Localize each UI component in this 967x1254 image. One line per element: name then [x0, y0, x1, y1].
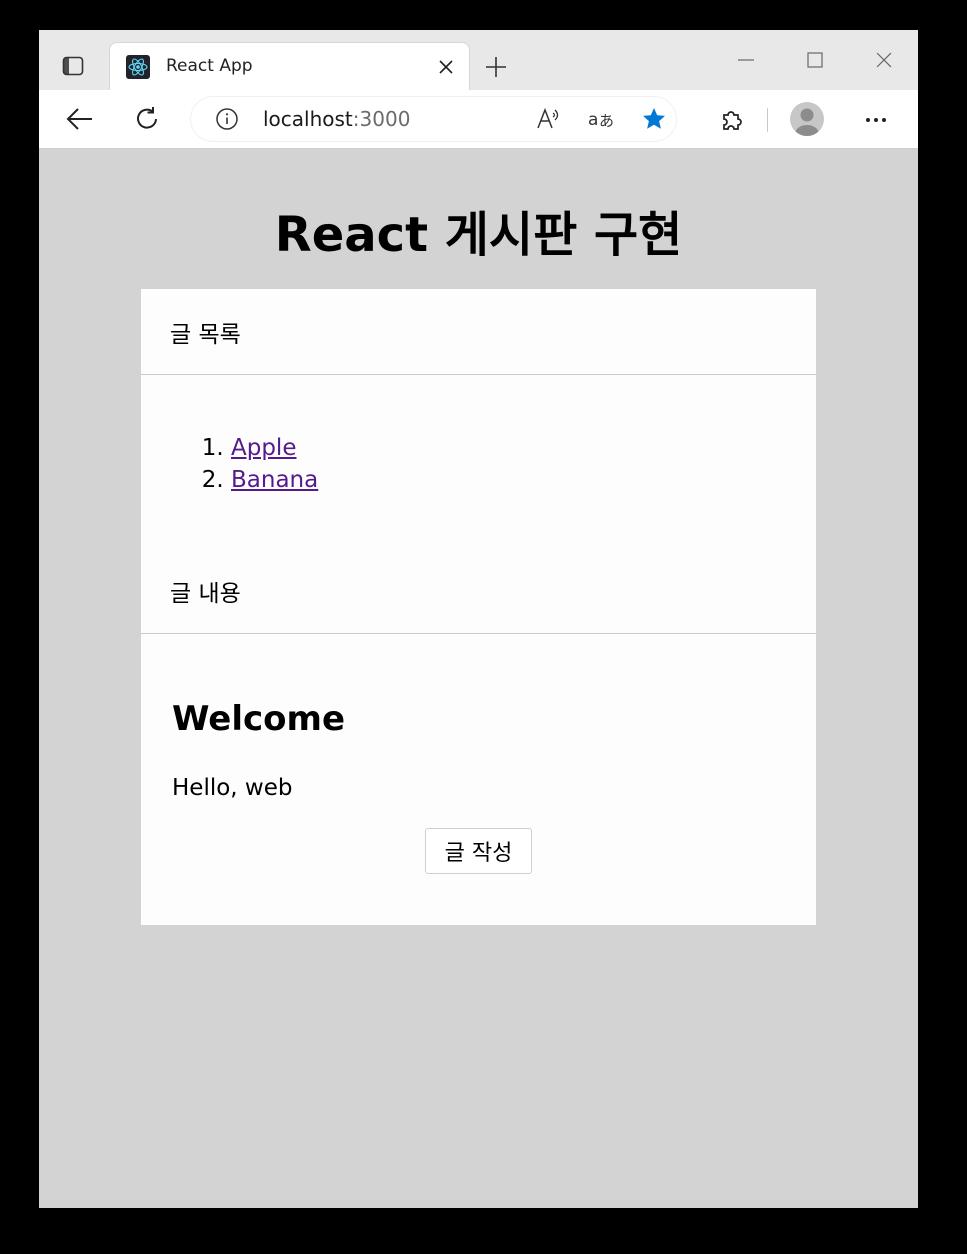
list-section-title: 글 목록 [170, 322, 241, 348]
translate-icon[interactable]: aあ [587, 106, 617, 132]
puzzle-icon[interactable] [719, 107, 745, 133]
info-icon[interactable] [215, 107, 239, 131]
browser-window: React App localhost:3000 a あ React 게시판 구… [39, 30, 918, 1208]
more-icon[interactable] [862, 108, 890, 132]
page-title: React 게시판 구현 [274, 207, 683, 263]
post-list: Apple Banana [203, 432, 318, 496]
svg-text:あ: あ [599, 112, 614, 130]
content-section-header: 글 내용 [141, 548, 816, 634]
post-link-banana[interactable]: Banana [231, 467, 318, 493]
minimize-icon[interactable] [736, 50, 756, 70]
reload-icon[interactable] [133, 105, 161, 133]
post-link-apple[interactable]: Apple [231, 435, 296, 461]
url-text[interactable]: localhost:3000 [263, 107, 410, 131]
post-body: Hello, web [172, 775, 293, 801]
list-item: Apple [231, 432, 318, 464]
tab-strip: React App [39, 30, 918, 90]
maximize-icon[interactable] [805, 50, 825, 70]
close-icon[interactable] [438, 59, 454, 75]
address-bar[interactable]: localhost:3000 aあ [191, 97, 676, 141]
window-close-icon[interactable] [874, 50, 894, 70]
tab-actions-icon[interactable] [61, 54, 85, 78]
board-card: 글 목록 Apple Banana 글 내용 Welcome Hello, we… [141, 289, 816, 925]
post-title: Welcome [172, 699, 346, 739]
url-port: :3000 [352, 107, 411, 131]
list-section-header: 글 목록 [141, 289, 816, 375]
toolbar-divider [767, 108, 768, 132]
back-arrow-icon[interactable] [65, 105, 95, 133]
content-section-title: 글 내용 [170, 581, 241, 607]
tab-title: React App [166, 56, 253, 76]
avatar-icon[interactable] [790, 102, 824, 136]
url-host: localhost [263, 107, 353, 131]
react-logo-icon [126, 55, 150, 79]
list-item: Banana [231, 464, 318, 496]
browser-toolbar: localhost:3000 aあ [39, 90, 918, 149]
plus-icon[interactable] [484, 55, 508, 79]
read-aloud-icon[interactable] [535, 106, 561, 132]
write-post-button[interactable]: 글 작성 [425, 828, 532, 874]
svg-text:a: a [588, 110, 598, 130]
star-icon[interactable] [641, 106, 667, 132]
tab-react-app[interactable]: React App [109, 42, 470, 90]
page-viewport: React 게시판 구현 글 목록 Apple Banana 글 내용 Welc… [39, 149, 918, 1208]
